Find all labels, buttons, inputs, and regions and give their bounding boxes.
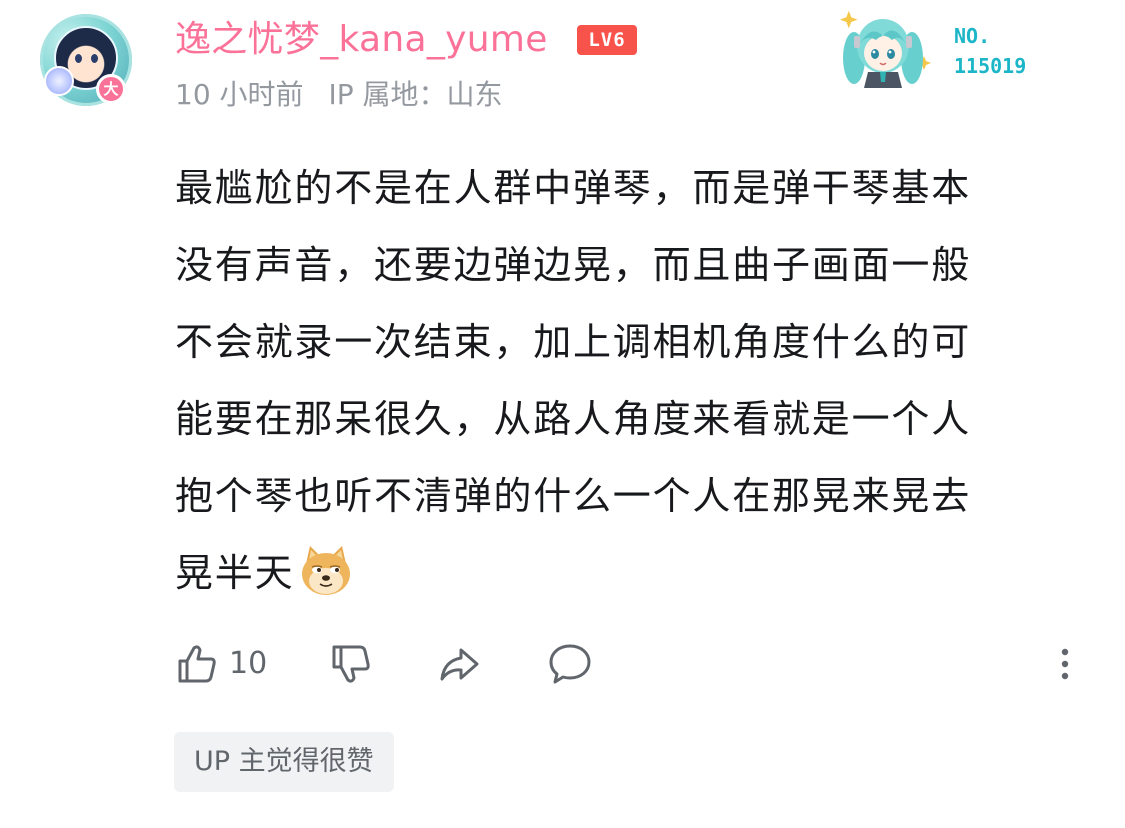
thumbs-up-icon <box>178 645 216 683</box>
more-options-button[interactable] <box>1055 636 1075 692</box>
username[interactable]: 逸之忧梦_kana_yume <box>175 16 548 64</box>
avatar-flower-decoration <box>44 66 74 96</box>
comment-card: 大 逸之忧梦_kana_yume LV6 10 小时前 IP 属地：山东 NO.… <box>0 0 1125 828</box>
avatar-vip-badge: 大 <box>96 74 126 104</box>
fan-badge[interactable]: NO. 115019 <box>828 0 1048 96</box>
like-button[interactable]: 10 <box>175 636 267 692</box>
comment-line: 抱个琴也听不清弹的什么一个人在那晃来晃去 <box>175 474 972 518</box>
share-arrow-icon <box>440 648 479 681</box>
fan-badge-character-icon <box>840 10 931 88</box>
doge-emoji-icon <box>302 545 351 595</box>
up-liked-tag: UP 主觉得很赞 <box>174 732 394 792</box>
comment-content: 最尴尬的不是在人群中弹琴，而是弹干琴基本 没有声音，还要边弹边晃，而且曲子画面一… <box>175 150 1075 612</box>
comment-line-text: 晃半天 <box>175 551 295 595</box>
avatar[interactable]: 大 <box>40 14 132 106</box>
level-badge: LV6 <box>577 25 637 55</box>
comment-actions: 10 <box>175 636 1085 692</box>
comment-line-last: 晃半天 <box>175 535 1075 612</box>
comment-time: 10 小时前 <box>175 78 304 111</box>
dislike-button[interactable] <box>329 636 373 692</box>
ip-location: IP 属地：山东 <box>328 78 503 111</box>
comment-line: 最尴尬的不是在人群中弹琴，而是弹干琴基本 <box>175 166 972 210</box>
speech-bubble-icon <box>549 644 591 684</box>
fan-badge-number: 115019 <box>954 54 1027 78</box>
comment-meta: 10 小时前 IP 属地：山东 <box>175 76 502 114</box>
comment-line: 不会就录一次结束，加上调相机角度什么的可 <box>175 320 972 364</box>
fan-badge-label: NO. <box>954 24 991 48</box>
comment-line: 能要在那呆很久，从路人角度来看就是一个人 <box>175 397 972 441</box>
thumbs-down-icon <box>332 645 370 683</box>
vertical-ellipsis-icon <box>1061 648 1069 680</box>
avatar-eye-left <box>75 54 82 63</box>
comment-line: 没有声音，还要边弹边晃，而且曲子画面一般 <box>175 243 972 287</box>
avatar-eye-right <box>91 54 98 63</box>
share-button[interactable] <box>437 636 481 692</box>
reply-button[interactable] <box>547 636 593 692</box>
like-count: 10 <box>229 646 268 681</box>
